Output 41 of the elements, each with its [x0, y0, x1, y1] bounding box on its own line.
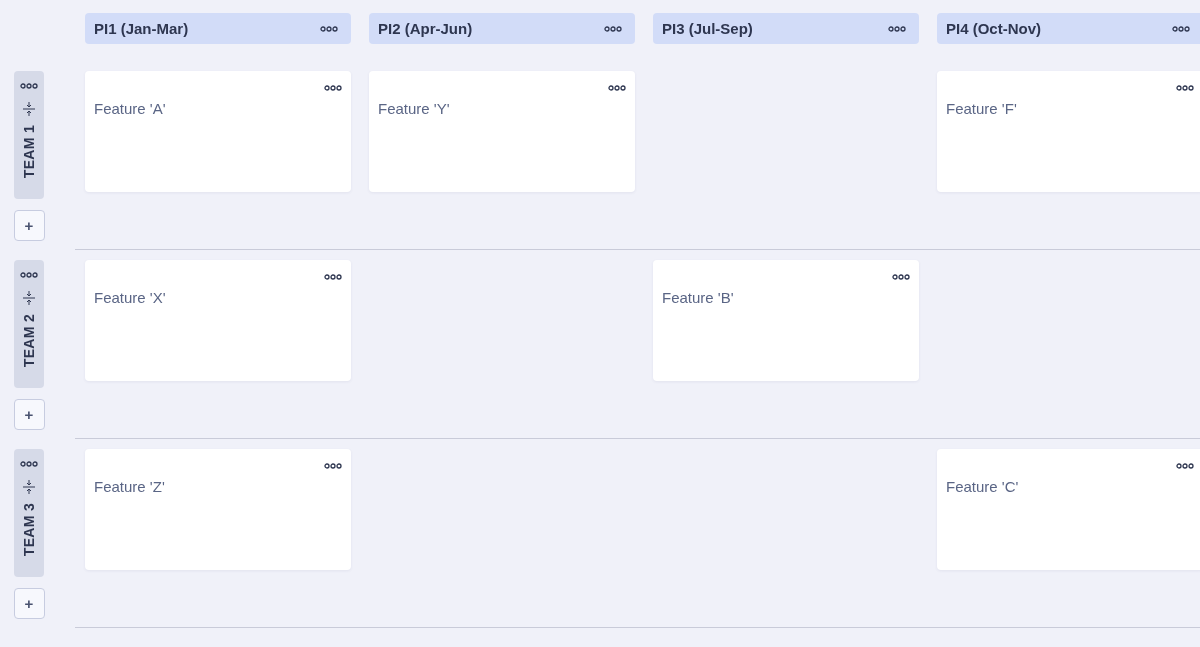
feature-title: Feature 'Z' [94, 478, 165, 495]
add-button[interactable]: + [13, 210, 45, 241]
more-icon[interactable] [1176, 85, 1194, 91]
feature-title: Feature 'Y' [378, 100, 450, 117]
more-icon[interactable] [1176, 463, 1194, 469]
feature-title: Feature 'X' [94, 289, 166, 306]
collapse-icon[interactable] [23, 102, 35, 116]
feature-card[interactable]: Feature 'B' [653, 260, 919, 381]
more-icon[interactable] [604, 25, 622, 32]
feature-title: Feature 'F' [946, 100, 1017, 117]
more-icon[interactable] [888, 25, 906, 32]
more-icon[interactable] [320, 25, 338, 32]
more-icon[interactable] [608, 85, 626, 91]
more-icon[interactable] [324, 85, 342, 91]
more-icon[interactable] [892, 274, 910, 280]
feature-card[interactable]: Feature 'F' [937, 71, 1200, 192]
more-icon[interactable] [20, 461, 38, 467]
team-name: TEAM 3 [21, 503, 37, 557]
feature-card[interactable]: Feature 'A' [85, 71, 351, 192]
period-title: PI1 (Jan-Mar) [94, 20, 189, 37]
period-title: PI4 (Oct-Nov) [946, 20, 1041, 37]
feature-title: Feature 'A' [94, 100, 166, 117]
more-icon[interactable] [20, 272, 38, 278]
feature-title: Feature 'C' [946, 478, 1019, 495]
feature-title: Feature 'B' [662, 289, 734, 306]
team-name: TEAM 1 [21, 125, 37, 179]
add-button[interactable]: + [13, 588, 45, 619]
more-icon[interactable] [324, 274, 342, 280]
feature-card[interactable]: Feature 'X' [85, 260, 351, 381]
feature-card[interactable]: Feature 'Y' [369, 71, 635, 192]
collapse-icon[interactable] [23, 480, 35, 494]
feature-card[interactable]: Feature 'C' [937, 449, 1200, 570]
team-name: TEAM 2 [21, 314, 37, 368]
feature-card[interactable]: Feature 'Z' [85, 449, 351, 570]
more-icon[interactable] [1172, 25, 1190, 32]
more-icon[interactable] [324, 463, 342, 469]
period-title: PI3 (Jul-Sep) [662, 20, 753, 37]
more-icon[interactable] [20, 83, 38, 89]
collapse-icon[interactable] [23, 291, 35, 305]
add-button[interactable]: + [13, 399, 45, 430]
period-title: PI2 (Apr-Jun) [378, 20, 473, 37]
